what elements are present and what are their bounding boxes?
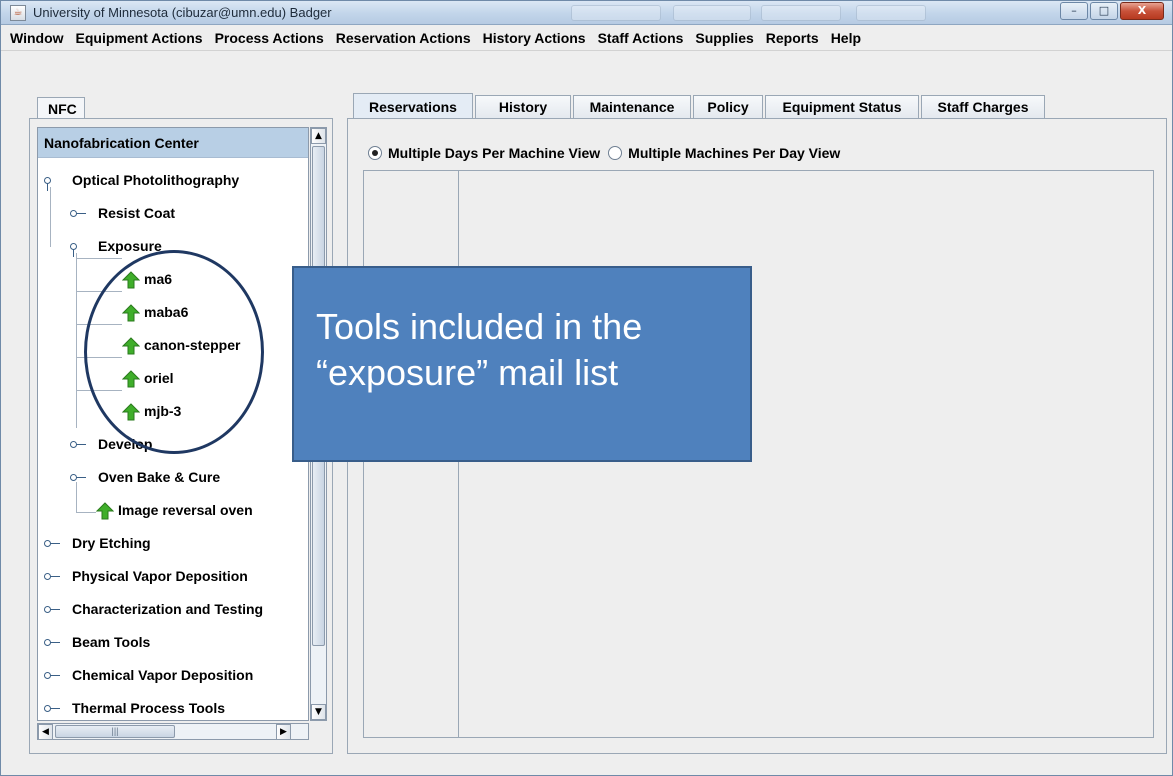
menu-staff-actions[interactable]: Staff Actions	[598, 30, 684, 46]
menu-supplies[interactable]: Supplies	[695, 30, 753, 46]
horizontal-scroll-thumb[interactable]: |||	[55, 725, 175, 738]
tree-handle-icon[interactable]	[70, 474, 90, 482]
title-bar[interactable]: ☕ University of Minnesota (cibuzar@umn.e…	[1, 1, 1172, 25]
tree-node-resist-coat[interactable]: Resist Coat	[70, 204, 300, 224]
callout-text: Tools included in the “exposure” mail li…	[316, 306, 643, 393]
tab-reservations[interactable]: Reservations	[353, 93, 473, 119]
menu-reservation-actions[interactable]: Reservation Actions	[336, 30, 471, 46]
menu-window[interactable]: Window	[10, 30, 64, 46]
tab-policy[interactable]: Policy	[693, 95, 763, 119]
tree-handle-icon[interactable]	[44, 672, 64, 680]
radio-multiple-days-label[interactable]: Multiple Days Per Machine View	[388, 145, 600, 161]
tree-guide-line	[76, 512, 96, 513]
tree-handle-icon[interactable]	[44, 540, 64, 548]
window-controls: – □ X	[1058, 2, 1164, 20]
menu-history-actions[interactable]: History Actions	[483, 30, 586, 46]
tree-handle-icon[interactable]	[44, 573, 64, 581]
tree-handle-icon[interactable]	[70, 441, 90, 449]
window-title: University of Minnesota (cibuzar@umn.edu…	[33, 5, 332, 20]
tree-handle-icon[interactable]	[70, 243, 90, 257]
radio-multiple-days[interactable]	[368, 146, 382, 160]
tree-handle-icon[interactable]	[44, 639, 64, 647]
background-blur-element	[761, 5, 841, 21]
tree-leaf-image-reversal-oven[interactable]: Image reversal oven	[96, 501, 308, 521]
scroll-right-button[interactable]: ▶	[276, 724, 291, 740]
highlight-ellipse	[84, 250, 264, 454]
tree-node-chemical-vapor-deposition[interactable]: Chemical Vapor Deposition	[44, 666, 304, 686]
menu-reports[interactable]: Reports	[766, 30, 819, 46]
close-button[interactable]: X	[1120, 2, 1164, 20]
menu-help[interactable]: Help	[831, 30, 861, 46]
tab-maintenance[interactable]: Maintenance	[573, 95, 691, 119]
tree-handle-icon[interactable]	[44, 705, 64, 713]
menu-equipment-actions[interactable]: Equipment Actions	[76, 30, 203, 46]
scroll-left-button[interactable]: ◀	[38, 724, 53, 740]
scroll-down-button[interactable]: ▼	[311, 704, 326, 720]
tree-handle-icon[interactable]	[44, 177, 64, 191]
tab-history[interactable]: History	[475, 95, 571, 119]
java-icon: ☕	[10, 5, 26, 21]
tab-staff-charges[interactable]: Staff Charges	[921, 95, 1045, 119]
tree-guide-line	[50, 187, 51, 247]
tree-node-oven-bake-cure[interactable]: Oven Bake & Cure	[70, 468, 300, 488]
tree-guide-line	[76, 258, 122, 259]
background-blur-element	[856, 5, 926, 21]
tree-node-beam-tools[interactable]: Beam Tools	[44, 633, 304, 653]
tree-node-characterization-testing[interactable]: Characterization and Testing	[44, 600, 308, 620]
tab-equipment-status[interactable]: Equipment Status	[765, 95, 919, 119]
tree-root[interactable]: Nanofabrication Center	[38, 128, 308, 158]
tab-nfc[interactable]: NFC	[37, 97, 85, 119]
background-blur-element	[571, 5, 661, 21]
tree-node-dry-etching[interactable]: Dry Etching	[44, 534, 304, 554]
scroll-up-button[interactable]: ▲	[311, 128, 326, 144]
tree-node-physical-vapor-deposition[interactable]: Physical Vapor Deposition	[44, 567, 304, 587]
view-selector: Multiple Days Per Machine View Multiple …	[368, 145, 840, 161]
menu-process-actions[interactable]: Process Actions	[215, 30, 324, 46]
app-window: ☕ University of Minnesota (cibuzar@umn.e…	[0, 0, 1173, 776]
radio-multiple-machines-label[interactable]: Multiple Machines Per Day View	[628, 145, 840, 161]
tree-handle-icon[interactable]	[44, 606, 64, 614]
maximize-button[interactable]: □	[1090, 2, 1118, 20]
radio-multiple-machines[interactable]	[608, 146, 623, 160]
menu-bar: Window Equipment Actions Process Actions…	[1, 25, 1172, 51]
annotation-callout: Tools included in the “exposure” mail li…	[292, 266, 752, 462]
green-up-arrow-icon	[96, 502, 114, 520]
tree-handle-icon[interactable]	[70, 210, 90, 218]
minimize-button[interactable]: –	[1060, 2, 1088, 20]
tree-node-thermal-process-tools[interactable]: Thermal Process Tools	[44, 699, 304, 719]
background-blur-element	[673, 5, 751, 21]
tree-guide-line	[76, 253, 77, 428]
tree-horizontal-scrollbar[interactable]: ◀ ||| ▶	[37, 723, 309, 740]
tree-node-optical-photolithography[interactable]: Optical Photolithography	[44, 171, 304, 191]
